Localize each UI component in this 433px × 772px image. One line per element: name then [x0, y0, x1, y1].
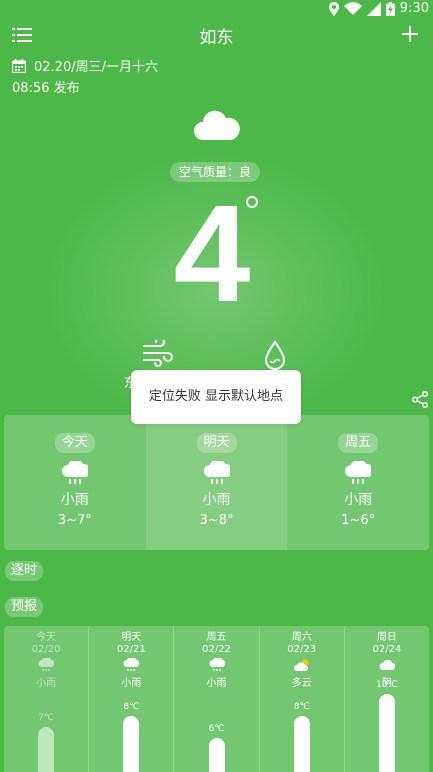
- card-condition: 小雨: [202, 492, 231, 508]
- card-condition: 小雨: [344, 492, 373, 508]
- cloud-rain-icon: [123, 658, 140, 671]
- date-row: 02.20/周三/一月十六: [12, 56, 158, 75]
- daily-forecast-table: 今天 02/20 小雨 7℃ 明天 02/21 小雨 8℃ 周五 02/22 小…: [4, 626, 429, 772]
- daily-column[interactable]: 周五 02/22 小雨 6℃: [173, 626, 258, 772]
- daily-condition: 小雨: [36, 678, 57, 689]
- daily-column[interactable]: 明天 02/21 小雨 8℃: [88, 626, 173, 772]
- daily-column[interactable]: 今天 02/20 小雨 7℃: [4, 626, 88, 772]
- daily-high-label: 6℃: [208, 724, 225, 734]
- card-temp-range: 3~8°: [199, 513, 234, 528]
- daily-condition: 小雨: [121, 678, 142, 689]
- daily-high-bar: [293, 716, 310, 772]
- app-bar: 如东: [0, 20, 433, 50]
- daily-day: 周六: [291, 632, 312, 643]
- forecast-card-today[interactable]: 今天 小雨 3~7°: [4, 415, 146, 550]
- daily-date: 02/22: [202, 644, 231, 655]
- daily-day: 周日: [376, 632, 397, 643]
- forecast-card-friday[interactable]: 周五 小雨 1~6°: [287, 415, 429, 550]
- cloud-rain-icon: [345, 461, 372, 484]
- daily-condition: 多云: [291, 678, 312, 689]
- status-bar: 9:30: [0, 0, 433, 18]
- wifi-icon: [343, 1, 362, 15]
- current-temperature: 4: [173, 177, 251, 331]
- date-text: 02.20/周三/一月十六: [34, 60, 158, 75]
- battery-icon: [385, 1, 395, 16]
- humidity-icon: [264, 340, 286, 370]
- publish-time: 08:56 发布: [12, 81, 80, 96]
- card-day: 周五: [338, 433, 379, 453]
- daily-day: 今天: [36, 632, 57, 643]
- location-icon: [328, 1, 339, 16]
- daily-column[interactable]: 周日 02/24 阴 10℃: [343, 626, 429, 772]
- status-icons: 9:30: [328, 1, 429, 16]
- add-city-icon[interactable]: [399, 23, 421, 45]
- share-icon[interactable]: [412, 391, 428, 408]
- partly-cloudy-icon: [293, 659, 309, 671]
- forecast-cards: 今天 小雨 3~7° 明天 小雨 3~8° 周五 小雨 1~6°: [4, 415, 429, 550]
- forecast-card-tomorrow[interactable]: 明天 小雨 3~8°: [145, 415, 288, 550]
- cloud-rain-icon: [209, 658, 225, 671]
- daily-day: 明天: [121, 632, 142, 643]
- daily-high-bar: [123, 716, 140, 772]
- daily-high-label: 8℃: [293, 702, 310, 712]
- daily-day: 周五: [206, 632, 227, 643]
- cloud-icon: [194, 110, 240, 140]
- degree-symbol: [246, 196, 258, 208]
- card-temp-range: 1~6°: [341, 513, 376, 528]
- daily-high-label: 7℃: [38, 713, 55, 723]
- daily-column[interactable]: 周六 02/23 多云 8℃: [258, 626, 344, 772]
- wind-icon: [143, 340, 173, 367]
- daily-date: 02/20: [31, 644, 61, 655]
- card-day: 明天: [196, 433, 237, 453]
- calendar-icon: [12, 58, 26, 73]
- cloud-rain-icon: [61, 461, 88, 484]
- daily-high-label: 8℃: [123, 702, 140, 712]
- forecast-section-label[interactable]: 预报: [5, 597, 44, 617]
- city-title[interactable]: 如东: [0, 23, 433, 48]
- card-day: 今天: [54, 433, 95, 453]
- daily-date: 02/21: [116, 644, 146, 655]
- daily-high-bar: [378, 694, 395, 772]
- card-temp-range: 3~7°: [57, 513, 92, 528]
- daily-date: 02/24: [372, 644, 402, 655]
- cloud-rain-icon: [203, 461, 230, 484]
- daily-condition: 小雨: [206, 678, 227, 689]
- status-time: 9:30: [399, 1, 429, 16]
- cloud-icon: [379, 659, 395, 670]
- cloud-rain-icon: [38, 658, 55, 671]
- daily-high-label: 10℃: [376, 680, 398, 690]
- card-condition: 小雨: [60, 492, 89, 508]
- daily-high-bar: [38, 727, 55, 772]
- signal-icon: [366, 1, 381, 16]
- hourly-section-label[interactable]: 逐时: [5, 561, 44, 581]
- daily-high-bar: [208, 738, 225, 772]
- daily-date: 02/23: [287, 644, 317, 655]
